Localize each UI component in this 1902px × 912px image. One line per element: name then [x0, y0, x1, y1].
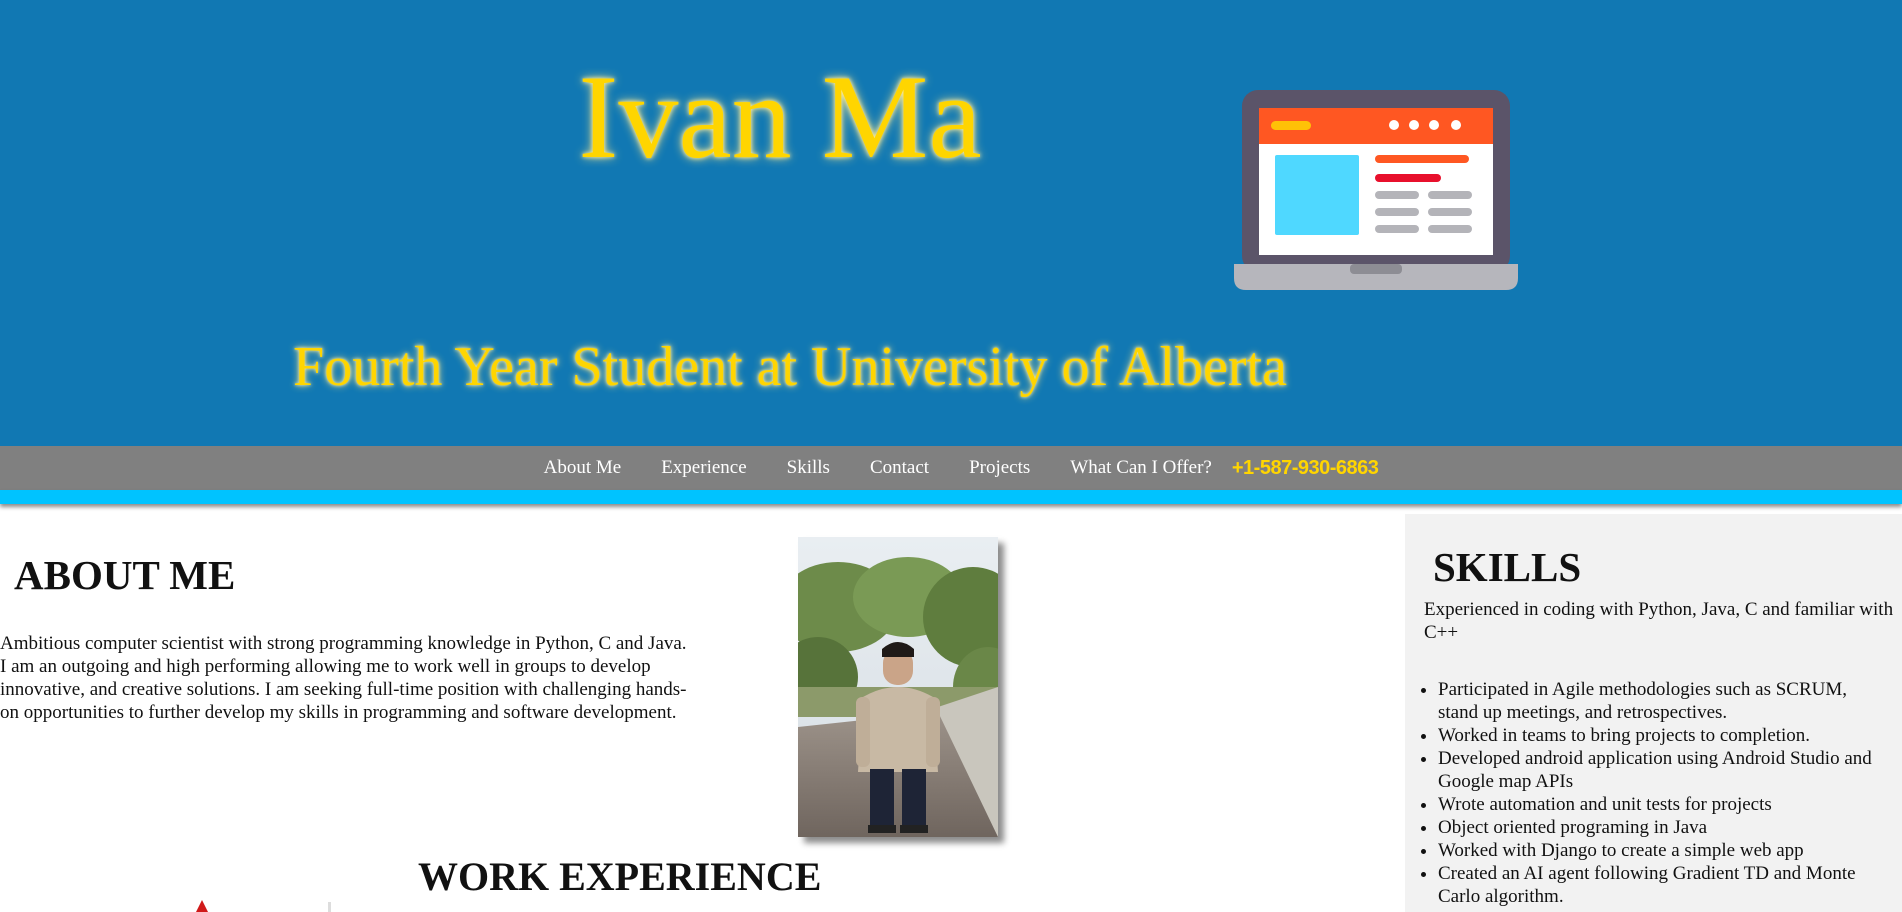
profile-photo	[798, 537, 998, 837]
skills-sidebar: SKILLS Experienced in coding with Python…	[1405, 514, 1902, 912]
list-item: Developed android application using Andr…	[1438, 747, 1878, 793]
nav-links: About Me Experience Skills Contact Proje…	[0, 446, 1902, 490]
list-item: Created an AI agent following Gradient T…	[1438, 862, 1878, 908]
list-item: Wrote automation and unit tests for proj…	[1438, 793, 1878, 816]
nav-phone-number[interactable]: +1-587-930-6863	[1232, 457, 1379, 480]
nav-bar: About Me Experience Skills Contact Proje…	[0, 446, 1902, 490]
list-item: Worked in teams to bring projects to com…	[1438, 724, 1878, 747]
page-title: Ivan Ma	[578, 50, 982, 183]
nav-link-contact[interactable]: Contact	[870, 457, 929, 479]
nav-link-skills[interactable]: Skills	[787, 457, 830, 479]
about-heading: ABOUT ME	[14, 552, 236, 598]
list-item: Object oriented programing in Java	[1438, 816, 1878, 839]
skills-intro: Experienced in coding with Python, Java,…	[1424, 599, 1894, 643]
laptop-browser-icon	[1234, 90, 1518, 290]
skills-list: Participated in Agile methodologies such…	[1424, 678, 1878, 908]
list-item: Participated in Agile methodologies such…	[1438, 678, 1878, 724]
header-banner: Ivan Ma Fourth Year Student at Universit…	[0, 0, 1902, 446]
nav-link-projects[interactable]: Projects	[969, 457, 1030, 479]
nav-accent-bar	[0, 490, 1902, 504]
nav-link-experience[interactable]: Experience	[661, 457, 746, 479]
company-logo-icon	[196, 900, 331, 912]
list-item: Worked with Django to create a simple we…	[1438, 839, 1878, 862]
nav-link-what-can-i-offer[interactable]: What Can I Offer?	[1070, 457, 1212, 479]
about-text: Ambitious computer scientist with strong…	[0, 633, 687, 723]
work-experience-heading: WORK EXPERIENCE	[418, 854, 822, 899]
nav-link-about-me[interactable]: About Me	[544, 457, 622, 479]
page-subtitle: Fourth Year Student at University of Alb…	[293, 336, 1287, 398]
skills-heading: SKILLS	[1433, 544, 1582, 590]
